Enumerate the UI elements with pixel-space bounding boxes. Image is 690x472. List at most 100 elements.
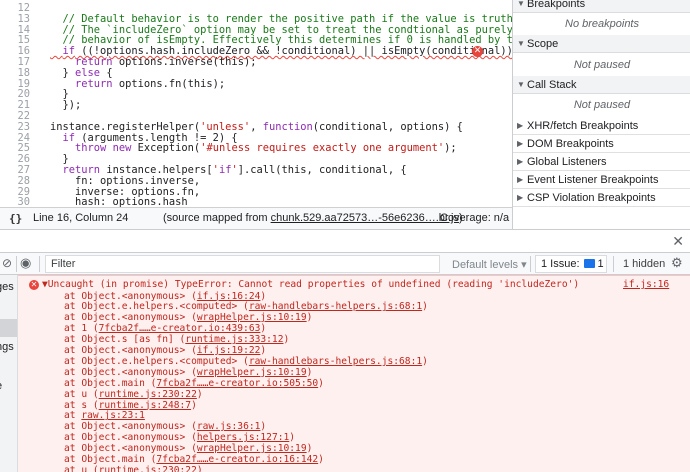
stack-frame-link[interactable]: raw-handlebars-helpers.js:68:1 (249, 356, 422, 367)
left-panel-selected-item[interactable] (0, 319, 17, 337)
event-listener-breakpoints-label: Event Listener Breakpoints (527, 174, 659, 186)
hidden-messages-count: 1 hidden (623, 258, 666, 270)
issue-flag-icon (583, 258, 595, 268)
stack-frame-link[interactable]: 7fcba2f……e-creator.io:439:63 (99, 323, 261, 334)
stack-frame: at u (runtime.js:230:22) (64, 388, 203, 400)
clear-console-icon[interactable]: ⊘ (2, 256, 12, 270)
call-stack-header[interactable]: ▼ Call Stack (513, 76, 690, 94)
error-source-link[interactable]: if.js:16 (623, 279, 683, 290)
left-panel-item[interactable]: ngs (0, 341, 14, 353)
stack-frame: at Object.main (7fcba2f……e-creator.io:16… (64, 454, 324, 465)
stack-frame: at Object.<anonymous> (wrapHelper.js:10:… (64, 366, 313, 378)
line-number[interactable]: 30 (0, 196, 30, 207)
stack-frame-link[interactable]: wrapHelper.js:10:19 (197, 312, 307, 323)
issues-label: 1 Issue: (541, 258, 580, 270)
stack-frame: at 1 (7fcba2f……e-creator.io:439:63) (64, 323, 267, 335)
toolbar-divider (613, 256, 614, 272)
collapse-triangle-icon: ▶ (517, 121, 524, 130)
call-stack-label: Call Stack (527, 79, 577, 91)
log-levels-dropdown[interactable]: Default levels ▾ (452, 258, 527, 271)
gear-icon[interactable]: ⚙ (671, 255, 683, 271)
left-panel-strip: ges ngs e (0, 275, 18, 472)
pretty-print-icon[interactable]: {} (9, 212, 22, 225)
stack-frame: at Object.e.helpers.<computed> (raw-hand… (64, 355, 428, 367)
call-stack-empty: Not paused (573, 99, 631, 111)
stack-frame-link[interactable]: helpers.js:127:1 (197, 432, 289, 443)
issues-count: 1 (597, 258, 604, 270)
stack-frame-link[interactable]: wrapHelper.js:10:19 (197, 367, 307, 378)
scope-header[interactable]: ▼ Scope (513, 35, 690, 53)
collapse-triangle-icon: ▶ (517, 193, 524, 202)
toolbar-divider (530, 256, 531, 272)
close-drawer-icon[interactable]: ✕ (672, 233, 684, 250)
stack-frame: at Object.<anonymous> (if.js:19:22) (64, 345, 267, 356)
stack-frame-link[interactable]: if.js:16:24 (197, 291, 261, 302)
source-map-link[interactable]: chunk.529.aa72573…-56e6236….br.js (271, 212, 459, 224)
console-filter-input[interactable]: Filter (45, 255, 440, 273)
expand-triangle-icon: ▼ (517, 39, 525, 48)
stack-frame: at Object.<anonymous> (raw.js:36:1) (64, 421, 267, 433)
dom-breakpoints-header[interactable]: ▶ DOM Breakpoints (513, 135, 690, 153)
stack-frame-link[interactable]: 7fcba2f……e-creator.io:505:50 (156, 378, 318, 389)
collapse-triangle-icon: ▶ (517, 139, 524, 148)
left-panel-item[interactable]: ges (0, 281, 14, 293)
global-listeners-header[interactable]: ▶ Global Listeners (513, 153, 690, 171)
breakpoints-empty: No breakpoints (565, 18, 639, 30)
xhr-breakpoints-label: XHR/fetch Breakpoints (527, 120, 639, 132)
stack-frame-link[interactable]: raw.js:36:1 (197, 421, 261, 432)
stack-frame-link[interactable]: if.js:19:22 (197, 345, 261, 356)
eye-icon[interactable]: ◉ (20, 255, 31, 271)
stack-frame-link[interactable]: runtime.js:333:12 (185, 334, 283, 345)
source-map-info: (source mapped from chunk.529.aa72573…-5… (163, 212, 463, 224)
stack-frame-link[interactable]: raw-handlebars-helpers.js:68:1 (249, 301, 422, 312)
expand-triangle-icon: ▼ (517, 80, 525, 89)
collapse-triangle-icon: ▶ (517, 157, 524, 166)
drawer-tab-bar: ✕ (0, 229, 690, 252)
breakpoints-header[interactable]: ▼ Breakpoints (513, 0, 690, 13)
stack-frame: at u (runtime.js:230:22) (64, 465, 690, 472)
console-toolbar: ⊘ ◉ Filter Default levels ▾ 1 Issue: 1 1 … (0, 252, 690, 275)
stack-frame-link[interactable]: runtime.js:248:7 (99, 400, 191, 411)
stack-frame-link[interactable]: runtime.js:230:22 (99, 389, 197, 400)
error-message-text[interactable]: ▼Uncaught (in promise) TypeError: Cannot… (42, 279, 690, 290)
global-listeners-label: Global Listeners (527, 156, 607, 168)
filter-placeholder: Filter (51, 258, 76, 270)
stack-frame: at Object.<anonymous> (wrapHelper.js:10:… (64, 443, 313, 455)
console-error-message: ✕ ▼Uncaught (in promise) TypeError: Cann… (18, 275, 690, 472)
coverage-info: Coverage: n/a (440, 212, 510, 224)
code-editor[interactable]: 12 13 // Default behavior is to render th… (0, 0, 512, 207)
stack-frame-link[interactable]: 7fcba2f……e-creator.io:16:142 (156, 454, 318, 465)
editor-status-bar: {} Line 16, Column 24 (source mapped fro… (0, 207, 512, 229)
scope-empty: Not paused (573, 59, 631, 71)
code-text: hash: options.hash (50, 196, 188, 207)
issues-button[interactable]: 1 Issue: 1 (535, 255, 607, 273)
expand-triangle-icon: ▼ (517, 0, 525, 8)
stack-frame: at Object.main (7fcba2f……e-creator.io:50… (64, 377, 324, 389)
source-map-prefix: (source mapped from (163, 212, 271, 224)
stack-frame: at Object.e.helpers.<computed> (raw-hand… (64, 301, 428, 313)
stack-frame: at Object.<anonymous> (if.js:16:24) (64, 290, 267, 302)
xhr-breakpoints-header[interactable]: ▶ XHR/fetch Breakpoints (513, 117, 690, 135)
error-marker-icon[interactable]: ✕ (472, 46, 483, 57)
debugger-sidebar: ▼ Breakpoints No breakpoints ▼ Scope Not… (512, 0, 690, 229)
stack-frame: at Object.<anonymous> (helpers.js:127:1) (64, 432, 296, 444)
toolbar-divider (39, 256, 40, 272)
code-line[interactable]: 30 hash: options.hash (0, 196, 512, 207)
error-icon: ✕ (29, 280, 39, 290)
stack-frame-link[interactable]: raw.js:23:1 (81, 410, 145, 421)
csp-violation-breakpoints-header[interactable]: ▶ CSP Violation Breakpoints (513, 189, 690, 207)
toolbar-divider (16, 256, 17, 272)
scope-label: Scope (527, 38, 559, 50)
csp-violation-breakpoints-label: CSP Violation Breakpoints (527, 192, 656, 204)
stack-frame-link[interactable]: wrapHelper.js:10:19 (197, 443, 307, 454)
stack-frame: at s (runtime.js:248:7) (64, 399, 197, 411)
event-listener-breakpoints-header[interactable]: ▶ Event Listener Breakpoints (513, 171, 690, 189)
stack-frame: at raw.js:23:1 (64, 410, 145, 422)
stack-frame-link[interactable]: runtime.js:230:22 (99, 465, 197, 472)
left-panel-item[interactable]: e (0, 380, 2, 392)
stack-frame: at Object.<anonymous> (wrapHelper.js:10:… (64, 312, 313, 324)
stack-frame: at Object.s [as fn] (runtime.js:333:12) (64, 334, 290, 346)
cursor-position: Line 16, Column 24 (33, 212, 129, 224)
breakpoints-label: Breakpoints (527, 0, 586, 10)
collapse-triangle-icon: ▶ (517, 175, 524, 184)
